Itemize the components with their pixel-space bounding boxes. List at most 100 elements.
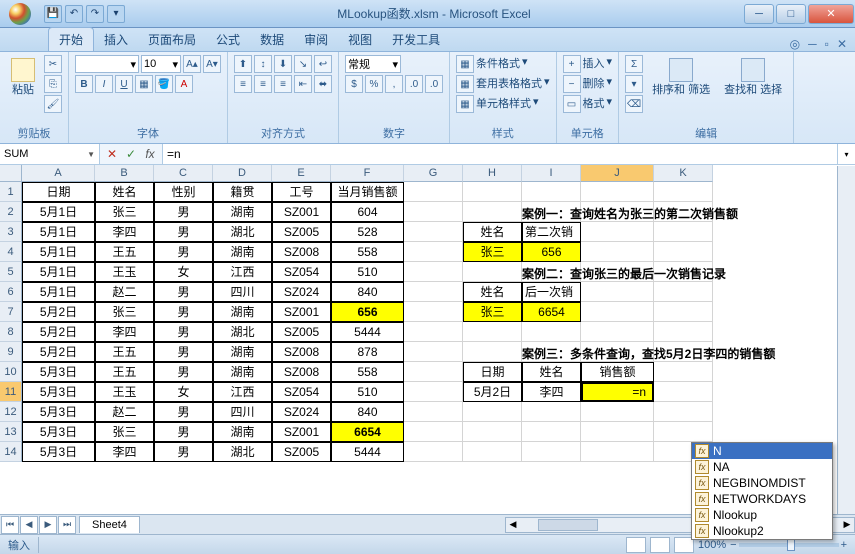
col-header[interactable]: I xyxy=(522,165,581,182)
cell[interactable] xyxy=(581,442,654,462)
cell[interactable]: 湖南 xyxy=(213,422,272,442)
office-button[interactable] xyxy=(0,0,40,28)
accept-formula-icon[interactable]: ✓ xyxy=(123,147,139,161)
cell[interactable] xyxy=(581,322,654,342)
copy-icon[interactable]: ⎘ xyxy=(44,75,62,93)
cell[interactable] xyxy=(404,302,463,322)
cell[interactable]: 510 xyxy=(331,262,404,282)
formula-autocomplete[interactable]: fxNfxNAfxNEGBINOMDISTfxNETWORKDAYSfxNloo… xyxy=(691,442,833,540)
cell[interactable]: 湖南 xyxy=(213,202,272,222)
cell[interactable] xyxy=(654,202,713,222)
cell[interactable]: 5月2日 xyxy=(463,382,522,402)
ribbon-tab-0[interactable]: 开始 xyxy=(48,27,94,51)
cell[interactable] xyxy=(463,442,522,462)
cell[interactable] xyxy=(654,222,713,242)
row-header[interactable]: 2 xyxy=(0,202,22,222)
col-header[interactable]: C xyxy=(154,165,213,182)
cell[interactable]: 王玉 xyxy=(95,382,154,402)
cell[interactable]: SZ008 xyxy=(272,242,331,262)
inc-decimal-icon[interactable]: .0 xyxy=(405,75,423,93)
number-format-dropdown[interactable]: 常规▾ xyxy=(345,55,401,73)
cell[interactable]: 5444 xyxy=(331,322,404,342)
cell[interactable]: SZ001 xyxy=(272,302,331,322)
cell[interactable] xyxy=(654,182,713,202)
cell[interactable] xyxy=(463,182,522,202)
cell[interactable] xyxy=(404,182,463,202)
sheet-nav-next-icon[interactable]: ▶ xyxy=(39,516,57,534)
cell[interactable]: 5月1日 xyxy=(22,282,95,302)
cell[interactable] xyxy=(522,322,581,342)
qat-save-icon[interactable]: 💾 xyxy=(44,5,62,23)
align-mid-icon[interactable]: ↕ xyxy=(254,55,272,73)
cell[interactable]: SZ001 xyxy=(272,422,331,442)
cell[interactable]: 第二次销售额 xyxy=(522,222,581,242)
col-header[interactable]: G xyxy=(404,165,463,182)
cell[interactable]: 江西 xyxy=(213,382,272,402)
find-select-button[interactable]: 查找和 选择 xyxy=(719,55,787,99)
cell[interactable]: SZ005 xyxy=(272,442,331,462)
cell[interactable] xyxy=(654,262,713,282)
ribbon-tab-7[interactable]: 开发工具 xyxy=(382,28,450,51)
sheet-nav-prev-icon[interactable]: ◀ xyxy=(20,516,38,534)
cell[interactable]: 当月销售额 xyxy=(331,182,404,202)
indent-dec-icon[interactable]: ⇤ xyxy=(294,75,312,93)
cell[interactable]: 湖南 xyxy=(213,362,272,382)
row-header[interactable]: 6 xyxy=(0,282,22,302)
cell[interactable]: 江西 xyxy=(213,262,272,282)
row-header[interactable]: 3 xyxy=(0,222,22,242)
shrink-font-icon[interactable]: A▾ xyxy=(203,55,221,73)
cell[interactable] xyxy=(654,402,713,422)
row-header[interactable]: 9 xyxy=(0,342,22,362)
cell[interactable]: =n xyxy=(581,382,654,402)
cell[interactable] xyxy=(522,182,581,202)
cell[interactable]: 840 xyxy=(331,282,404,302)
cell[interactable]: 李四 xyxy=(95,322,154,342)
cell[interactable]: 5月3日 xyxy=(22,422,95,442)
cell[interactable]: 日期 xyxy=(463,362,522,382)
restore-window-icon[interactable]: ▫ xyxy=(825,37,829,51)
help-icon[interactable]: ◎ xyxy=(790,37,800,51)
cell[interactable] xyxy=(581,182,654,202)
zoom-out-icon[interactable]: − xyxy=(730,539,736,551)
cell[interactable]: 四川 xyxy=(213,282,272,302)
cell[interactable] xyxy=(404,242,463,262)
grow-font-icon[interactable]: A▴ xyxy=(183,55,201,73)
cell[interactable] xyxy=(654,322,713,342)
fill-color-button[interactable]: 🪣 xyxy=(155,75,173,93)
cell[interactable]: 5月1日 xyxy=(22,222,95,242)
delete-cells-button[interactable]: −删除▾ xyxy=(563,75,613,93)
row-header[interactable]: 8 xyxy=(0,322,22,342)
row-header[interactable]: 12 xyxy=(0,402,22,422)
cell[interactable] xyxy=(581,402,654,422)
cell[interactable]: 王玉 xyxy=(95,262,154,282)
cell[interactable]: SZ005 xyxy=(272,322,331,342)
col-header[interactable]: B xyxy=(95,165,154,182)
orientation-icon[interactable]: ↘ xyxy=(294,55,312,73)
col-header[interactable]: A xyxy=(22,165,95,182)
autocomplete-item[interactable]: fxNA xyxy=(692,459,832,475)
clear-icon[interactable]: ⌫ xyxy=(625,95,643,113)
currency-icon[interactable]: $ xyxy=(345,75,363,93)
cell[interactable]: 姓名 xyxy=(463,282,522,302)
cell[interactable]: SZ005 xyxy=(272,222,331,242)
cell[interactable] xyxy=(654,242,713,262)
cell[interactable]: SZ024 xyxy=(272,402,331,422)
minimize-button[interactable]: ─ xyxy=(744,4,774,24)
cell[interactable] xyxy=(654,302,713,322)
cell[interactable] xyxy=(522,342,581,362)
cell[interactable] xyxy=(522,202,581,222)
cut-icon[interactable]: ✂ xyxy=(44,55,62,73)
cell[interactable] xyxy=(654,362,713,382)
sheet-nav-first-icon[interactable]: ⏮ xyxy=(1,516,19,534)
cell[interactable]: 销售额 xyxy=(581,362,654,382)
autocomplete-item[interactable]: fxNEGBINOMDIST xyxy=(692,475,832,491)
cell[interactable]: 姓名 xyxy=(463,222,522,242)
ribbon-tab-1[interactable]: 插入 xyxy=(94,28,138,51)
autocomplete-item[interactable]: fxN xyxy=(692,443,832,459)
cell[interactable] xyxy=(404,402,463,422)
cell[interactable]: 日期 xyxy=(22,182,95,202)
row-header[interactable]: 1 xyxy=(0,182,22,202)
cell[interactable]: 男 xyxy=(154,402,213,422)
cell[interactable] xyxy=(463,322,522,342)
cell[interactable]: 张三 xyxy=(95,202,154,222)
